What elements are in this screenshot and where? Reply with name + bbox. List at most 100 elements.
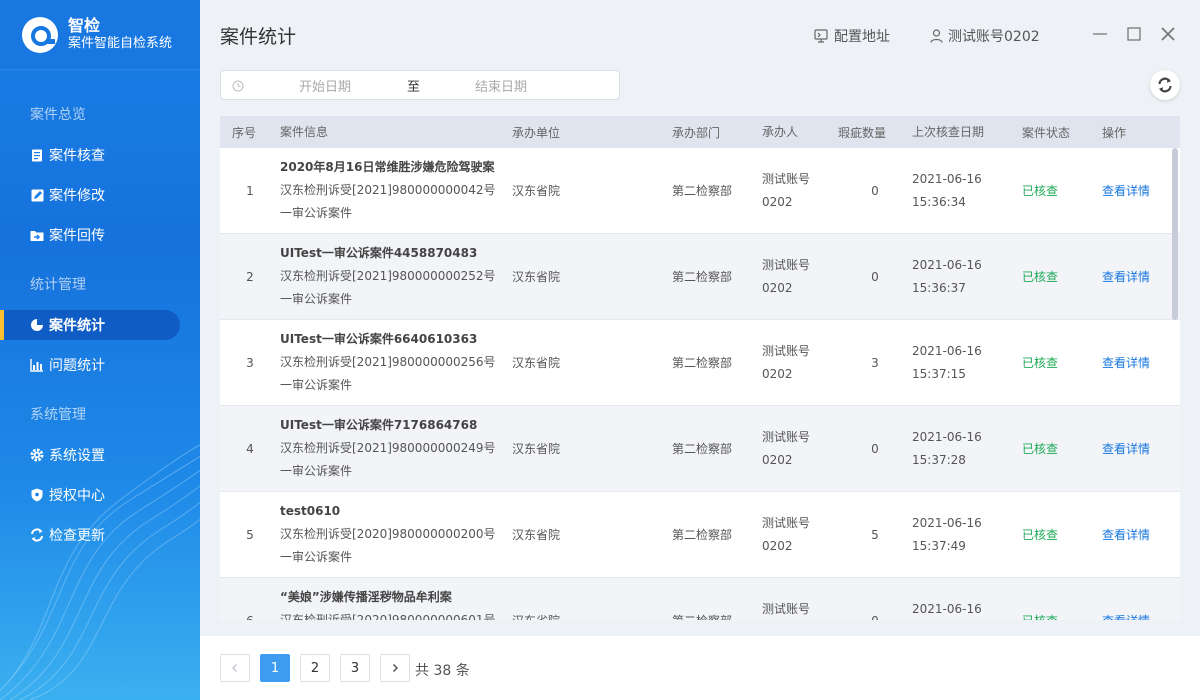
minimize-button[interactable] [1090,24,1110,44]
view-details-link[interactable]: 查看详情 [1102,182,1180,199]
handling-department: 第二检察部 [672,270,733,284]
sidebar-item-system-settings[interactable]: 系统设置 [0,440,200,470]
edit-icon [30,188,44,202]
handling-unit: 汉东省院 [512,612,672,620]
page-button-3[interactable]: 3 [340,654,370,682]
handler: 测试账号0202 [762,340,838,386]
row-index: 5 [246,527,254,542]
user-icon [930,29,943,43]
handler-name: 测试账号 [762,257,811,272]
check-time: 15:37:15 [912,366,966,381]
sidebar-item-case-return[interactable]: 案件回传 [0,220,200,250]
sidebar-item-label: 系统设置 [49,448,105,464]
chevron-right-icon [393,664,398,672]
close-icon [1161,27,1175,41]
row-index: 1 [246,183,254,198]
nav-group-title: 案件总览 [30,107,86,123]
account-label: 测试账号0202 [948,29,1040,45]
handler-id: 0202 [762,280,793,295]
chevron-left-icon [232,664,237,672]
row-index: 6 [220,614,280,621]
status-badge: 已核查 [1022,184,1059,198]
case-info: 2020年8月16日常维胜涉嫌危险驾驶案 汉东检刑诉受[2021]98000000… [280,156,512,225]
defect-count: 3 [871,355,879,370]
account-button[interactable]: 测试账号0202 [930,26,1040,46]
case-info: UITest一审公诉案件4458870483 汉东检刑诉受[2021]980000… [280,242,512,311]
last-check-date: 2021-06-16 15:36:34 [912,168,1022,214]
handling-unit: 汉东省院 [512,442,561,456]
sidebar-item-authorization[interactable]: 授权中心 [0,480,200,510]
table-header: 序号 案件信息 承办单位 承办部门 承办人 瑕疵数量 上次核查日期 案件状态 操… [220,116,1180,148]
pie-chart-icon [30,318,44,332]
next-page-button[interactable] [380,654,410,682]
case-info: “美娘”涉嫌传播淫秽物品牟利案 汉东检刑诉受[2020]980000000601号… [280,586,512,620]
column-header-status: 案件状态 [1022,125,1071,140]
date-separator: 至 [407,79,421,95]
view-details-link[interactable]: 查看详情 [1102,526,1180,543]
case-info: UITest一审公诉案件6640610363 汉东检刑诉受[2021]980000… [280,328,512,397]
table-row: 1 2020年8月16日常维胜涉嫌危险驾驶案 汉东检刑诉受[2021]9800000… [220,148,1180,234]
check-date: 2021-06-16 [912,601,982,616]
handling-department: 第二检察部 [672,612,762,620]
sidebar-item-issue-statistics[interactable]: 问题统计 [0,350,200,380]
view-details-link[interactable]: 查看详情 [1102,440,1180,457]
check-date: 2021-06-16 [912,257,982,272]
sidebar-item-case-edit[interactable]: 案件修改 [0,180,200,210]
page-button-2[interactable]: 2 [300,654,330,682]
start-date-input[interactable]: 开始日期 [299,76,351,95]
case-info: UITest一审公诉案件7176864768 汉东检刑诉受[2021]980000… [280,414,512,483]
view-details-link[interactable]: 查看详情 [1102,268,1180,285]
defect-count: 5 [871,527,879,542]
case-name: test0610 [280,504,341,518]
case-table: 序号 案件信息 承办单位 承办部门 承办人 瑕疵数量 上次核查日期 案件状态 操… [220,116,1180,620]
column-header-case-info: 案件信息 [280,124,329,139]
sync-icon [30,528,44,542]
sidebar-item-label: 案件修改 [49,188,105,204]
sidebar-item-case-check[interactable]: 案件核查 [0,140,200,170]
refresh-button[interactable] [1150,70,1180,100]
table-row: 4 UITest一审公诉案件7176864768 汉东检刑诉受[2021]98000… [220,406,1180,492]
config-address-button[interactable]: 配置地址 [814,26,890,46]
close-button[interactable] [1158,24,1178,44]
sidebar-item-label: 案件回传 [49,228,105,244]
status-badge: 已核查 [1022,528,1059,542]
handling-department: 第二检察部 [672,356,733,370]
sidebar: 智检 案件智能自检系统 案件总览 案件核查 案件修改 案件回传 统计管理 案件统… [0,0,200,700]
decorative-wave [0,444,200,700]
check-time: 15:37:49 [912,538,966,553]
handler-name: 测试账号 [762,171,811,186]
minimize-icon [1093,33,1107,35]
sidebar-item-case-statistics[interactable]: 案件统计 [0,310,180,340]
maximize-icon [1127,27,1141,41]
handler-id: 0202 [762,452,793,467]
case-name: UITest一审公诉案件7176864768 [280,418,478,432]
page-button-1[interactable]: 1 [260,654,290,682]
clock-icon [232,80,244,92]
prev-page-button[interactable] [220,654,250,682]
handler: 测试账号0202 [762,426,838,472]
date-range-picker[interactable]: 开始日期 至 结束日期 [220,70,620,100]
view-details-link[interactable]: 查看详情 [1102,354,1180,371]
sidebar-item-label: 案件核查 [49,148,105,164]
config-icon [814,29,829,43]
check-date: 2021-06-16 [912,171,982,186]
column-header-defect-count: 瑕疵数量 [838,125,887,140]
handler: 测试账号0202 [762,598,838,621]
case-code: 汉东检刑诉受[2021]980000000256号 [280,355,496,369]
case-code: 汉东检刑诉受[2021]980000000042号 [280,183,496,197]
page-title: 案件统计 [220,26,297,48]
defect-count: 0 [871,183,879,198]
end-date-input[interactable]: 结束日期 [475,76,527,95]
view-details-link[interactable]: 查看详情 [1102,612,1180,620]
sidebar-item-check-update[interactable]: 检查更新 [0,520,200,550]
handler-name: 测试账号 [762,515,811,530]
table-row: 6“美娘”涉嫌传播淫秽物品牟利案汉东检刑诉受[2020]980000000601… [220,578,1180,620]
maximize-button[interactable] [1124,24,1144,44]
last-check-date: 2021-06-16 15:37:15 [912,340,1022,386]
header: 案件统计 配置地址 测试账号0202 [200,0,1200,70]
table-scrollbar[interactable] [1172,148,1178,320]
case-type: 一审公诉案件 [280,378,353,392]
last-check-date: 2021-06-16 15:37:49 [912,512,1022,558]
case-name: “美娘”涉嫌传播淫秽物品牟利案 [280,590,452,604]
handler-name: 测试账号 [762,343,811,358]
